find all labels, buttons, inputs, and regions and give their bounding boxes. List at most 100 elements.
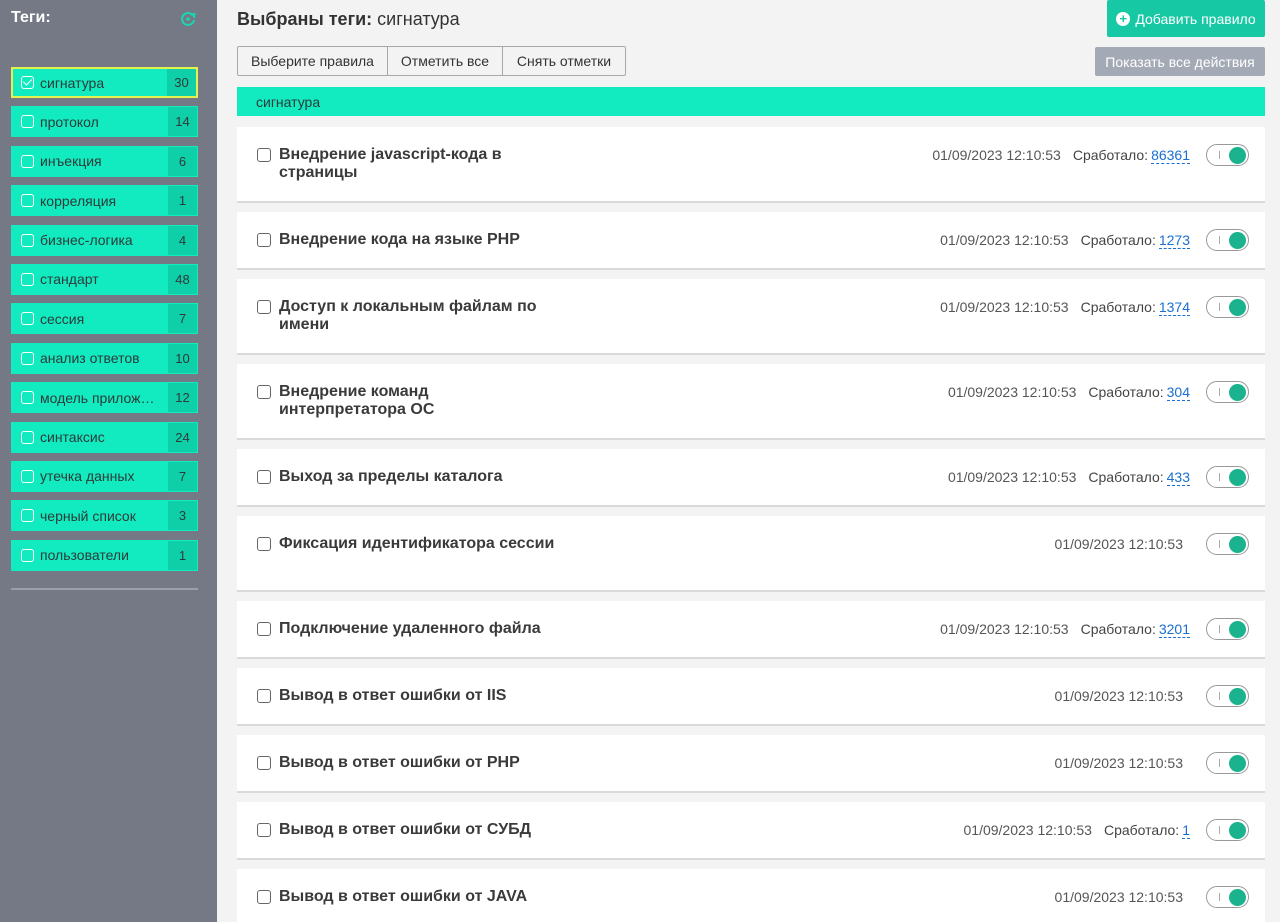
rule-checkbox[interactable]: [257, 233, 271, 247]
rule-date: 01/09/2023 12:10:53: [1054, 536, 1183, 552]
tag-checkbox[interactable]: [21, 233, 34, 247]
rule-enable-toggle[interactable]: [1206, 296, 1249, 318]
tag-item[interactable]: модель приложения 12: [11, 382, 198, 414]
rule-name: Внедрение команд интерпретатора ОС: [279, 383, 435, 418]
tags-sidebar: Теги: сигнатура 30 протокол 14 инъекция 6 корр…: [0, 0, 217, 922]
toggle-knob: [1229, 468, 1246, 486]
select-rules-button[interactable]: Выберите правила: [237, 46, 388, 76]
toggle-tick-icon: [1219, 826, 1220, 834]
tag-item[interactable]: пользователи 1: [11, 539, 198, 571]
toggle-knob: [1229, 821, 1246, 839]
rule-checkbox[interactable]: [257, 385, 271, 399]
toggle-tick-icon: [1219, 759, 1220, 767]
rule-row: Вывод в ответ ошибки от PHP 01/09/2023 12…: [237, 735, 1265, 793]
rule-meta: 01/09/2023 12:10:53: [1055, 755, 1183, 771]
rule-date: 01/09/2023 12:10:53: [932, 147, 1061, 163]
sidebar-title: Теги:: [11, 9, 51, 26]
rule-enable-toggle[interactable]: [1206, 144, 1249, 166]
rule-enable-toggle[interactable]: [1206, 533, 1249, 555]
rule-fired-count-link[interactable]: 304: [1166, 384, 1190, 401]
tag-checkbox[interactable]: [21, 351, 34, 365]
tag-label: корреляция: [40, 192, 117, 209]
rule-enable-toggle[interactable]: [1206, 381, 1249, 403]
tag-count: 12: [168, 383, 197, 413]
tag-checkbox[interactable]: [21, 469, 34, 483]
toggle-knob: [1229, 298, 1246, 316]
rule-checkbox[interactable]: [257, 622, 271, 636]
tag-group-label: сигнатура: [256, 93, 321, 110]
rule-fired-label: Сработало:: [1088, 469, 1164, 485]
rule-name: Вывод в ответ ошибки от PHP: [279, 754, 520, 771]
rule-name: Доступ к локальным файлам по имени: [279, 298, 537, 333]
rule-date: 01/09/2023 12:10:53: [947, 469, 1077, 485]
rule-enable-toggle[interactable]: [1206, 229, 1249, 251]
rule-enable-toggle[interactable]: [1206, 752, 1249, 774]
rule-fired-count-link[interactable]: 1: [1182, 822, 1190, 839]
tag-label: синтаксис: [40, 429, 105, 446]
tag-label: утечка данных: [40, 468, 135, 485]
rule-meta: 01/09/2023 12:10:53 Сработало: 433: [948, 469, 1190, 486]
rule-fired-count-link[interactable]: 1374: [1158, 299, 1190, 316]
rule-row: Вывод в ответ ошибки от СУБД 01/09/2023 1…: [237, 802, 1265, 860]
tag-item[interactable]: утечка данных 7: [11, 460, 198, 492]
tag-label: бизнес-логика: [40, 232, 133, 249]
tag-item[interactable]: сессия 7: [11, 303, 198, 335]
mark-all-button[interactable]: Отметить все: [387, 46, 503, 76]
rule-checkbox[interactable]: [257, 148, 271, 162]
add-rule-button[interactable]: + Добавить правило: [1107, 0, 1265, 37]
tag-item[interactable]: корреляция 1: [11, 185, 198, 217]
rule-date: 01/09/2023 12:10:53: [963, 822, 1092, 838]
toggle-tick-icon: [1219, 388, 1220, 396]
toggle-tick-icon: [1219, 151, 1220, 159]
rule-enable-toggle[interactable]: [1206, 685, 1249, 707]
tag-checkbox[interactable]: [21, 430, 34, 444]
tag-checkbox[interactable]: [21, 115, 34, 129]
rule-checkbox[interactable]: [257, 823, 271, 837]
tag-item[interactable]: сигнатура 30: [11, 67, 198, 98]
rule-fired-count-link[interactable]: 3201: [1158, 621, 1190, 638]
tag-item[interactable]: синтаксис 24: [11, 421, 198, 453]
tag-checkbox[interactable]: [21, 548, 34, 562]
rule-enable-toggle[interactable]: [1206, 819, 1249, 841]
rule-fired-count-link[interactable]: 86361: [1151, 147, 1190, 164]
tag-checkbox[interactable]: [21, 312, 34, 326]
tag-item[interactable]: черный список 3: [11, 500, 198, 532]
tag-checkbox[interactable]: [21, 76, 34, 89]
rule-meta: 01/09/2023 12:10:53: [1055, 536, 1183, 552]
toggle-knob: [1229, 620, 1246, 638]
tag-item[interactable]: инъекция 6: [11, 145, 198, 177]
rule-checkbox[interactable]: [257, 537, 271, 551]
show-all-actions-button[interactable]: Показать все действия: [1095, 47, 1265, 76]
toggle-tick-icon: [1219, 625, 1220, 633]
rule-checkbox[interactable]: [257, 470, 271, 484]
tag-item[interactable]: протокол 14: [11, 106, 198, 138]
rule-fired-label: Сработало:: [1088, 384, 1164, 400]
rule-enable-toggle[interactable]: [1206, 466, 1249, 488]
tag-checkbox[interactable]: [21, 272, 34, 286]
toggle-tick-icon: [1219, 236, 1220, 244]
rule-checkbox[interactable]: [257, 890, 271, 904]
tag-checkbox[interactable]: [21, 509, 34, 523]
rule-fired-count-link[interactable]: 1273: [1158, 232, 1190, 249]
tag-label: стандарт: [40, 271, 99, 288]
rule-checkbox[interactable]: [257, 756, 271, 770]
page-title-label: Выбраны теги:: [237, 9, 373, 29]
rule-fired-count-link[interactable]: 433: [1166, 469, 1190, 486]
tag-checkbox[interactable]: [21, 391, 34, 405]
tag-checkbox[interactable]: [21, 154, 34, 168]
tag-item[interactable]: стандарт 48: [11, 263, 198, 295]
rule-date: 01/09/2023 12:10:53: [940, 621, 1069, 637]
rule-date: 01/09/2023 12:10:53: [940, 232, 1069, 248]
refresh-icon[interactable]: [178, 9, 198, 29]
tag-label: пользователи: [40, 547, 129, 564]
rule-date: 01/09/2023 12:10:53: [1054, 889, 1183, 905]
rule-meta: 01/09/2023 12:10:53 Сработало: 304: [948, 384, 1190, 401]
rule-checkbox[interactable]: [257, 300, 271, 314]
tag-item[interactable]: анализ ответов 10: [11, 342, 198, 374]
rule-checkbox[interactable]: [257, 689, 271, 703]
tag-item[interactable]: бизнес-логика 4: [11, 224, 198, 256]
rule-enable-toggle[interactable]: [1206, 886, 1249, 908]
tag-checkbox[interactable]: [21, 194, 34, 208]
unmark-all-button[interactable]: Снять отметки: [502, 46, 626, 76]
rule-enable-toggle[interactable]: [1206, 618, 1249, 640]
